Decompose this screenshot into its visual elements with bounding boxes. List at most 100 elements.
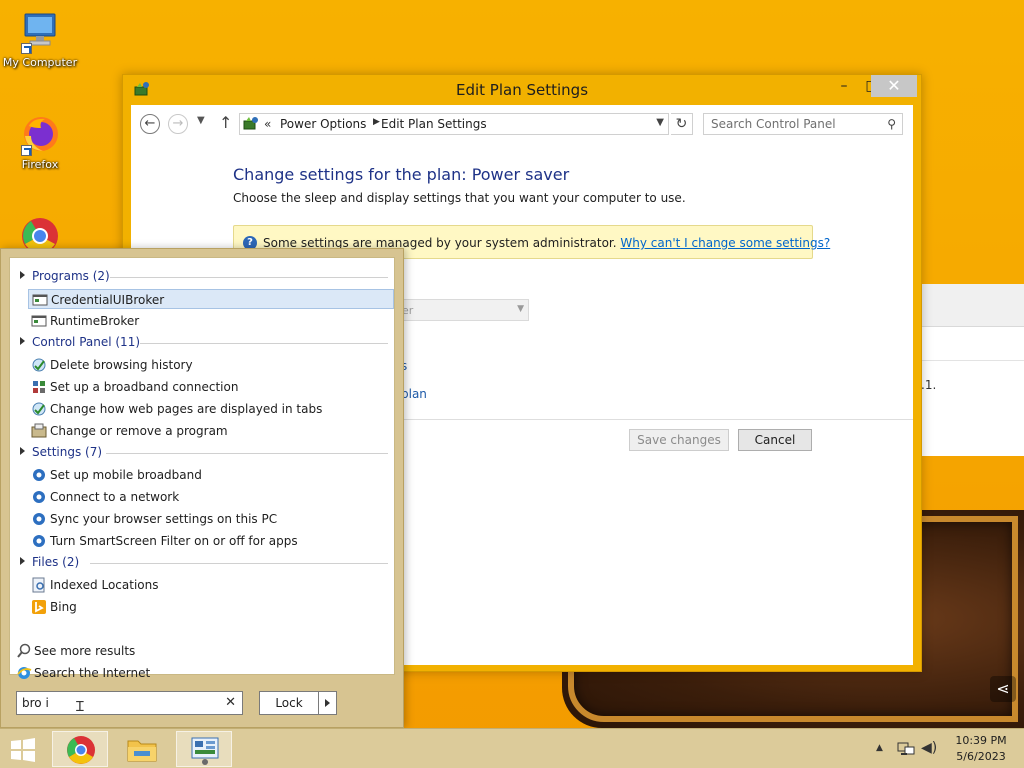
- window-title: Edit Plan Settings: [455, 81, 589, 99]
- bing-icon: [31, 599, 47, 615]
- result-runtimebroker[interactable]: RuntimeBroker: [28, 311, 394, 331]
- chrome-icon: [67, 736, 95, 764]
- programs-features-icon: [31, 423, 47, 439]
- clock-time: 10:39 PM: [955, 734, 1007, 747]
- gear-icon: [31, 489, 47, 505]
- breadcrumb-separator-icon[interactable]: ▶: [373, 117, 380, 127]
- group-header-settings[interactable]: Settings (7): [18, 444, 388, 462]
- expand-arrow-icon: [20, 271, 25, 279]
- refresh-button[interactable]: ↻: [671, 113, 693, 135]
- network-center-icon: [31, 379, 47, 395]
- up-button[interactable]: ↑: [219, 113, 232, 132]
- firefox-icon: [19, 112, 61, 156]
- taskbar: ▲ ◀) 10:39 PM 5/6/2023: [0, 728, 1024, 768]
- desktop-icon-label: My Computer: [2, 56, 78, 69]
- internet-options-icon: [31, 357, 47, 373]
- background-window-divider: [919, 326, 1024, 327]
- background-window-line: [919, 360, 1024, 361]
- why-cant-i-change-link[interactable]: Why can't I change some settings?: [620, 236, 830, 250]
- result-set-up-broadband-connection[interactable]: Set up a broadband connection: [28, 377, 394, 397]
- group-header-files[interactable]: Files (2): [18, 554, 388, 572]
- minimize-button[interactable]: –: [829, 75, 859, 97]
- group-divider: [110, 277, 388, 278]
- shortcut-arrow-icon: [21, 145, 32, 156]
- expand-arrow-icon: [20, 337, 25, 345]
- recent-locations-dropdown[interactable]: ▼: [197, 115, 205, 126]
- file-explorer-icon: [127, 740, 157, 762]
- expand-arrow-icon: [20, 447, 25, 455]
- network-icon[interactable]: [897, 741, 915, 757]
- search-results-list: Programs (2) CredentialUIBroker RuntimeB…: [9, 257, 395, 680]
- address-bar[interactable]: « Power Options ▶ Edit Plan Settings ▼: [239, 113, 669, 135]
- background-window: .1.: [918, 284, 1024, 456]
- result-delete-browsing-history[interactable]: Delete browsing history: [28, 355, 394, 375]
- control-panel-icon: [191, 737, 219, 765]
- computer-icon: [19, 10, 61, 54]
- gear-icon: [31, 533, 47, 549]
- lock-button[interactable]: Lock: [259, 691, 319, 715]
- chevron-down-icon[interactable]: ▼: [656, 117, 664, 128]
- breadcrumb-power-options[interactable]: Power Options: [280, 117, 366, 131]
- breadcrumb-root[interactable]: «: [264, 117, 271, 131]
- result-sync-browser-settings[interactable]: Sync your browser settings on this PC: [28, 509, 394, 529]
- search-input[interactable]: [704, 114, 880, 134]
- back-button[interactable]: ←: [140, 114, 160, 134]
- gear-icon: [31, 511, 47, 527]
- control-panel-icon: [243, 116, 259, 132]
- page-title: Change settings for the plan: Power save…: [233, 165, 570, 184]
- plan-setting-dropdown[interactable]: er ▼: [401, 299, 529, 321]
- shortcut-arrow-icon: [21, 43, 32, 54]
- indexed-locations-icon: [31, 577, 47, 593]
- group-divider: [140, 343, 388, 344]
- forward-button[interactable]: →: [168, 114, 188, 134]
- volume-icon[interactable]: ◀): [921, 740, 937, 756]
- background-window-text: .1.: [921, 378, 937, 392]
- close-button[interactable]: ✕: [871, 75, 917, 97]
- start-search-box[interactable]: ✕: [16, 691, 243, 715]
- desktop-icon-chrome[interactable]: [0, 214, 80, 254]
- result-credentialuibroker[interactable]: CredentialUIBroker: [28, 289, 394, 309]
- group-header-control-panel[interactable]: Control Panel (11): [18, 334, 388, 352]
- power-options-arrow-button[interactable]: [318, 691, 337, 715]
- search-icon[interactable]: ⚲: [887, 117, 896, 131]
- see-more-results-link[interactable]: See more results: [16, 641, 216, 661]
- share-icon[interactable]: ⋖: [990, 676, 1016, 702]
- breadcrumb-edit-plan-settings[interactable]: Edit Plan Settings: [381, 117, 487, 131]
- gear-icon: [31, 467, 47, 483]
- taskbar-chrome[interactable]: [52, 731, 108, 767]
- restore-defaults-link[interactable]: plan: [401, 387, 427, 401]
- start-search-panel: Programs (2) CredentialUIBroker RuntimeB…: [0, 248, 404, 728]
- result-smartscreen-filter[interactable]: Turn SmartScreen Filter on or off for ap…: [28, 531, 394, 551]
- result-bing[interactable]: Bing: [28, 597, 394, 617]
- start-button[interactable]: [8, 737, 38, 763]
- ie-icon: [16, 665, 32, 681]
- cancel-button[interactable]: Cancel: [738, 429, 812, 451]
- page-subtitle: Choose the sleep and display settings th…: [233, 191, 686, 205]
- show-hidden-icons-button[interactable]: ▲: [876, 743, 883, 753]
- search-control-panel[interactable]: ⚲: [703, 113, 903, 135]
- result-change-web-pages-tabs[interactable]: Change how web pages are displayed in ta…: [28, 399, 394, 419]
- internet-options-icon: [31, 401, 47, 417]
- magnifier-icon: [16, 643, 32, 659]
- save-changes-button[interactable]: Save changes: [629, 429, 729, 451]
- taskbar-control-panel[interactable]: [176, 731, 232, 767]
- text-cursor-icon: Ɪ: [76, 699, 84, 715]
- title-bar[interactable]: Edit Plan Settings – □ ✕: [123, 75, 921, 105]
- desktop-icon-my-computer[interactable]: My Computer: [0, 10, 80, 69]
- start-search-input[interactable]: [17, 692, 217, 714]
- clear-search-icon[interactable]: ✕: [225, 695, 236, 710]
- search-the-internet-link[interactable]: Search the Internet: [16, 663, 216, 683]
- desktop-icon-label: Firefox: [21, 158, 59, 171]
- chrome-icon: [19, 214, 61, 254]
- clock-date: 5/6/2023: [956, 750, 1006, 763]
- result-change-or-remove-program[interactable]: Change or remove a program: [28, 421, 394, 441]
- result-indexed-locations[interactable]: Indexed Locations: [28, 575, 394, 595]
- taskbar-file-explorer[interactable]: [114, 731, 170, 767]
- result-set-up-mobile-broadband[interactable]: Set up mobile broadband: [28, 465, 394, 485]
- result-connect-to-network[interactable]: Connect to a network: [28, 487, 394, 507]
- group-divider: [90, 563, 388, 564]
- desktop-icon-firefox[interactable]: Firefox: [0, 112, 80, 171]
- system-clock[interactable]: 10:39 PM 5/6/2023: [944, 733, 1018, 765]
- group-header-programs[interactable]: Programs (2): [18, 268, 388, 286]
- navigation-toolbar: ← → ▼ ↑ « Power Options ▶ Edit Plan Sett…: [131, 105, 913, 143]
